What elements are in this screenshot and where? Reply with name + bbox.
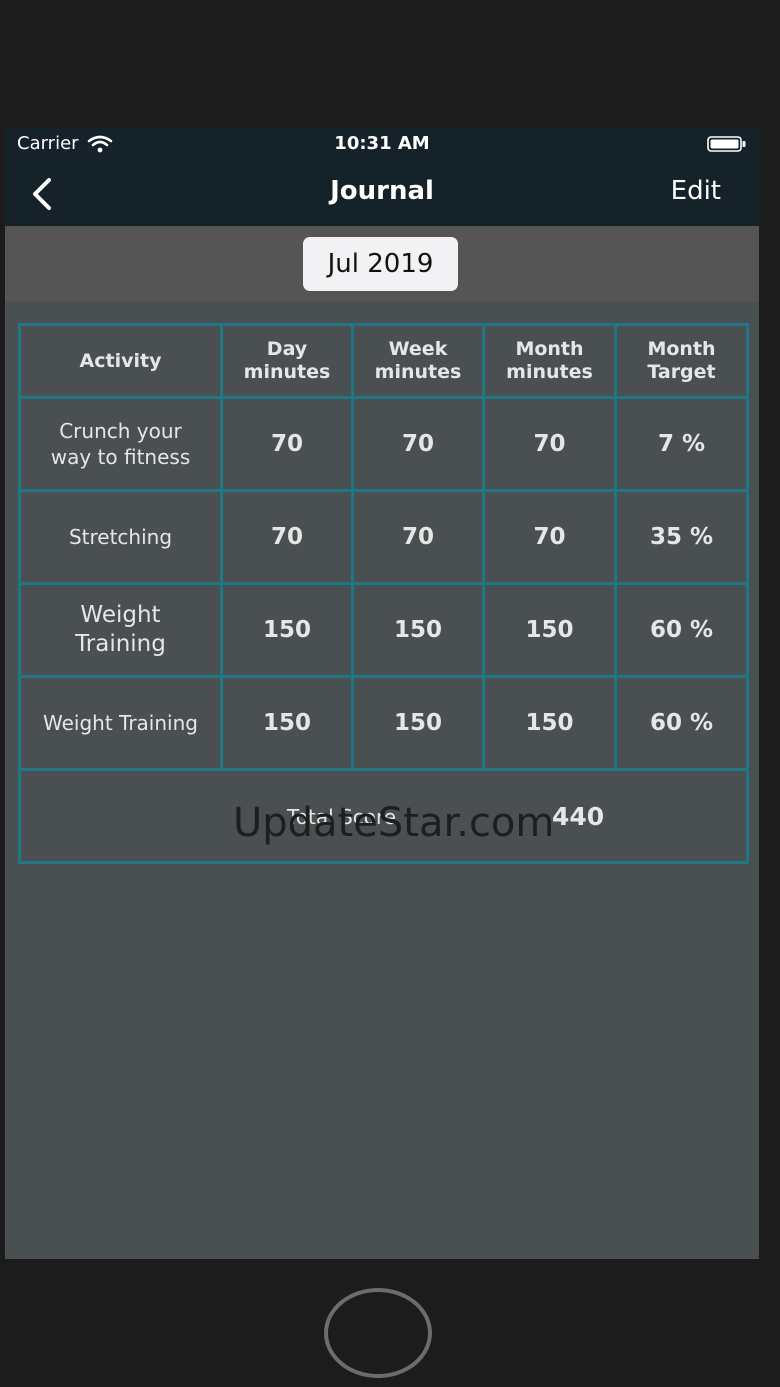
status-time: 10:31 AM (334, 133, 430, 154)
month-target-cell: 60 % (614, 675, 749, 771)
table-row[interactable]: Crunch your way to fitness 70 70 70 7 % (18, 396, 749, 492)
header-activity: Activity (18, 323, 223, 399)
month-minutes-cell: 150 (482, 582, 617, 678)
battery-icon (707, 136, 746, 152)
week-minutes-cell: 150 (351, 582, 485, 678)
app-screen: Carrier 10:31 AM Journal Edit Jul 2019 A… (5, 128, 759, 1259)
table-header-row: Activity Day minutes Week minutes Month min… (18, 323, 749, 399)
month-minutes-cell: 70 (482, 396, 617, 492)
activity-cell: Weight Training (18, 582, 223, 678)
phone-frame: Carrier 10:31 AM Journal Edit Jul 2019 A… (0, 0, 780, 1387)
table-row[interactable]: Stretching 70 70 70 35 % (18, 489, 749, 585)
header-month-minutes: Month minutes (482, 323, 617, 399)
month-selector-bar: Jul 2019 (5, 226, 759, 302)
activity-cell: Weight Training (18, 675, 223, 771)
table-row[interactable]: Weight Training 150 150 150 60 % (18, 582, 749, 678)
month-target-cell: 35 % (614, 489, 749, 585)
home-button[interactable] (324, 1288, 432, 1378)
month-selector-button[interactable]: Jul 2019 (303, 237, 458, 291)
week-minutes-cell: 150 (351, 675, 485, 771)
table-row[interactable]: Weight Training 150 150 150 60 % (18, 675, 749, 771)
total-score-value: 440 (552, 802, 605, 831)
header-day-minutes: Day minutes (220, 323, 354, 399)
watermark: UpdateStar.com (233, 800, 555, 846)
header-month-target: Month Target (614, 323, 749, 399)
activity-cell: Crunch your way to fitness (18, 396, 223, 492)
month-minutes-cell: 150 (482, 675, 617, 771)
day-minutes-cell: 150 (220, 582, 354, 678)
page-title: Journal (330, 176, 434, 206)
day-minutes-cell: 70 (220, 489, 354, 585)
month-target-cell: 7 % (614, 396, 749, 492)
header-week-minutes: Week minutes (351, 323, 485, 399)
week-minutes-cell: 70 (351, 396, 485, 492)
navigation-bar: Journal Edit (5, 164, 759, 226)
day-minutes-cell: 150 (220, 675, 354, 771)
status-bar: Carrier 10:31 AM (5, 128, 759, 164)
edit-button[interactable]: Edit (671, 176, 721, 206)
month-target-cell: 60 % (614, 582, 749, 678)
activity-cell: Stretching (18, 489, 223, 585)
journal-table: Activity Day minutes Week minutes Month min… (18, 323, 749, 864)
day-minutes-cell: 70 (220, 396, 354, 492)
week-minutes-cell: 70 (351, 489, 485, 585)
month-minutes-cell: 70 (482, 489, 617, 585)
